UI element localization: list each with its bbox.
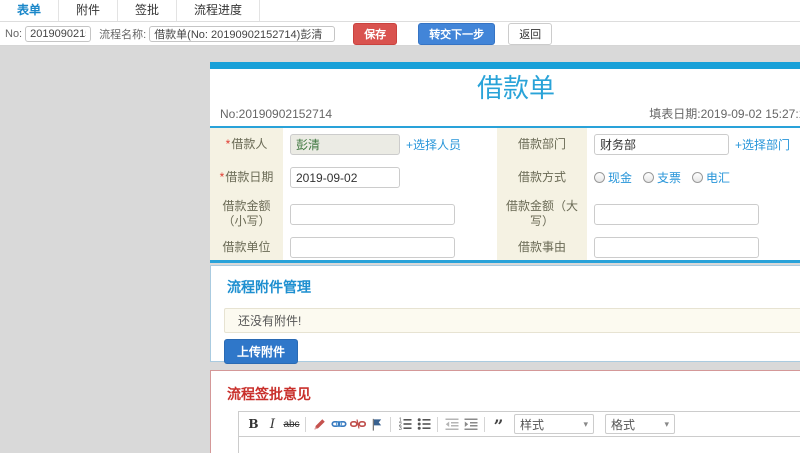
loan-reason-label: 借款事由: [497, 234, 587, 260]
svg-text:3: 3: [398, 426, 401, 432]
department-field-cell: +选择部门: [587, 128, 800, 161]
radio-icon[interactable]: [692, 172, 704, 183]
toolbar-separator: [390, 416, 391, 432]
form-title: 借款单: [476, 73, 555, 103]
format-dropdown[interactable]: 格式 ▾: [605, 414, 675, 434]
flag-icon: [372, 418, 382, 431]
styles-dropdown[interactable]: 样式 ▾: [514, 414, 594, 434]
toolbar-separator: [305, 416, 306, 432]
editor-toolbar: B I abc 123 ” 样式 ▾ 格式 ▾: [238, 411, 800, 437]
loan-reason-field-cell: [587, 234, 800, 260]
loan-date-input[interactable]: [290, 167, 400, 188]
radio-icon[interactable]: [643, 172, 655, 183]
form-number: No:20190902152714: [220, 106, 333, 121]
form-meta-row: No:20190902152714 填表日期:2019-09-02 15:27:…: [210, 102, 800, 126]
red-pen-icon: [314, 418, 325, 430]
link-icon: [330, 420, 347, 428]
amount-big-input[interactable]: [594, 203, 759, 225]
bold-button[interactable]: B: [244, 415, 263, 434]
blockquote-button[interactable]: ”: [489, 415, 508, 437]
borrower-field-cell: +选择人员: [283, 128, 497, 161]
chevron-down-icon: ▾: [664, 418, 669, 429]
attachments-panel: 流程附件管理 还没有附件! 上传附件: [210, 265, 800, 364]
panel-top-bar: [210, 62, 800, 69]
content-area: 借款单 No:20190902152714 填表日期:2019-09-02 15…: [0, 46, 800, 453]
signoff-panel: 流程签批意见 B I abc 1 2 3 ” 样式 ▾ 格式 ▾: [210, 370, 800, 453]
divider-line: [210, 260, 800, 263]
department-label: 借款部门: [497, 128, 587, 161]
loan-form-panel: 借款单 No:20190902152714 填表日期:2019-09-02 15…: [210, 62, 800, 263]
method-option-wire[interactable]: 电汇: [692, 169, 730, 186]
loan-method-label: 借款方式: [497, 161, 587, 194]
attachments-heading: 流程附件管理: [227, 279, 311, 295]
amount-big-label: 借款金额（大写）: [497, 194, 587, 234]
anchor-flag-button[interactable]: [367, 415, 386, 434]
select-department-link[interactable]: +选择部门: [735, 136, 790, 153]
tab-signoff[interactable]: 签批: [118, 0, 178, 21]
indent-icon: [464, 418, 477, 430]
toolbar-separator: [484, 416, 485, 432]
unordered-list-icon: [417, 418, 430, 430]
amount-small-field-cell: [283, 194, 497, 234]
unlink-icon: [349, 419, 366, 429]
ordered-list-icon: 123: [398, 418, 411, 432]
strikethrough-button[interactable]: abc: [282, 415, 301, 434]
editor-content-area[interactable]: [238, 437, 800, 453]
department-input[interactable]: [594, 134, 729, 155]
loan-date-label: *借款日期: [210, 161, 283, 194]
borrower-input[interactable]: [290, 134, 400, 155]
radio-icon[interactable]: [594, 172, 605, 183]
forward-next-step-button[interactable]: 转交下一步: [418, 22, 496, 45]
chevron-down-icon: ▾: [583, 418, 588, 429]
save-button[interactable]: 保存: [353, 22, 398, 45]
loan-method-field-cell: 现金 支票 电汇: [587, 161, 800, 194]
flow-name-input[interactable]: [149, 25, 336, 42]
tab-bar: 表单 附件 签批 流程进度: [0, 0, 800, 22]
loan-date-field-cell: [283, 161, 497, 194]
toolbar-separator: [437, 416, 438, 432]
toolbar: No: 流程名称: 保存 转交下一步 返回: [0, 22, 800, 46]
signoff-heading: 流程签批意见: [227, 386, 311, 402]
remove-format-button[interactable]: [310, 415, 329, 434]
upload-attachment-button[interactable]: 上传附件: [224, 339, 299, 364]
outdent-button[interactable]: [442, 415, 461, 434]
unlink-button[interactable]: [348, 415, 367, 434]
tab-flow-progress[interactable]: 流程进度: [177, 0, 261, 21]
no-label: No:: [5, 27, 23, 40]
loan-unit-input[interactable]: [290, 236, 455, 258]
no-input[interactable]: [25, 25, 92, 42]
tab-attachments[interactable]: 附件: [59, 0, 119, 21]
borrower-label: *借款人: [210, 128, 283, 161]
select-person-link[interactable]: +选择人员: [406, 136, 461, 153]
italic-button[interactable]: I: [263, 415, 282, 434]
flow-name-label: 流程名称:: [99, 28, 147, 41]
form-fill-date: 填表日期:2019-09-02 15:27:14: [649, 107, 800, 121]
loan-unit-label: 借款单位: [210, 234, 283, 260]
amount-big-field-cell: [587, 194, 800, 234]
unordered-list-button[interactable]: [414, 415, 433, 434]
required-mark: *: [219, 170, 225, 184]
loan-reason-input[interactable]: [594, 236, 759, 258]
method-option-cash[interactable]: 现金: [594, 169, 632, 186]
loan-unit-field-cell: [283, 234, 497, 260]
required-mark: *: [225, 137, 231, 151]
back-button[interactable]: 返回: [508, 22, 553, 45]
richtext-editor: B I abc 123 ” 样式 ▾ 格式 ▾: [238, 411, 800, 453]
tab-form[interactable]: 表单: [0, 0, 60, 21]
method-option-cheque[interactable]: 支票: [643, 169, 681, 186]
no-attachments-message: 还没有附件!: [224, 308, 800, 333]
form-grid: *借款人 +选择人员 借款部门 +选择部门 *借款日期 借款方式: [210, 128, 800, 260]
amount-small-input[interactable]: [290, 203, 455, 225]
amount-small-label: 借款金额（小写）: [210, 194, 283, 234]
ordered-list-button[interactable]: 123: [395, 415, 414, 434]
link-button[interactable]: [329, 415, 348, 434]
outdent-icon: [445, 418, 458, 430]
indent-button[interactable]: [461, 415, 480, 434]
